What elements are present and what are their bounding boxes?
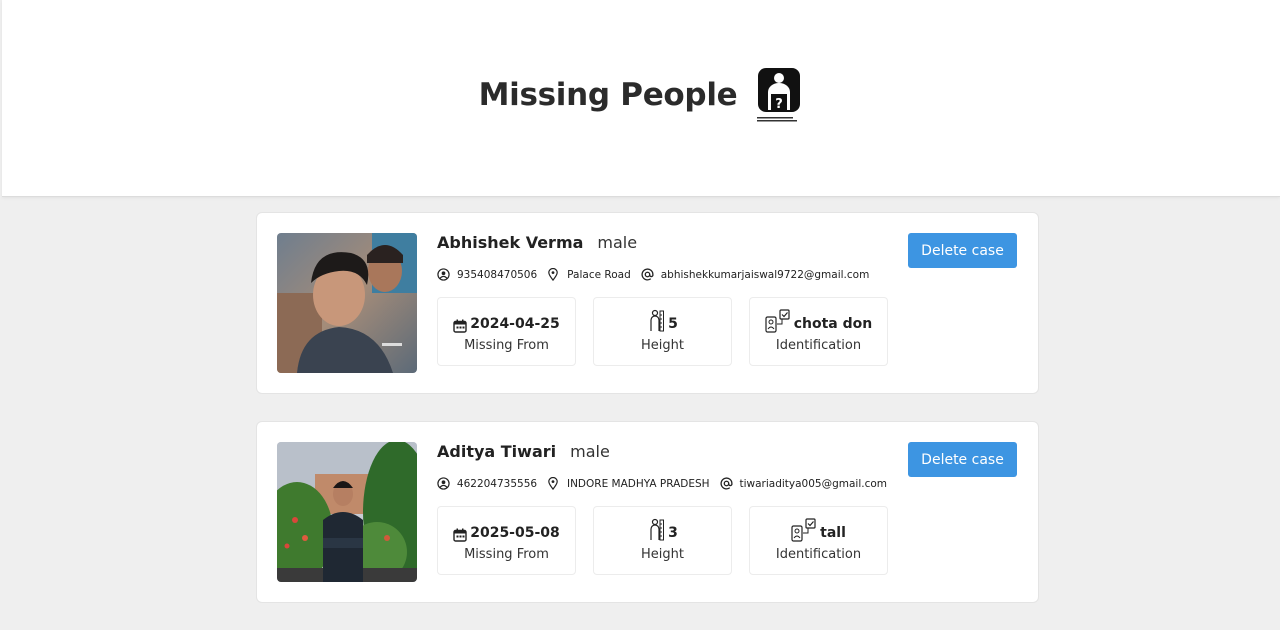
case-info: Aditya Tiwari male 462204735556 INDORE M… — [437, 442, 897, 575]
identification-label: Identification — [775, 547, 862, 562]
identification-icon — [791, 518, 817, 542]
missing-from-stat: 2025-05-08 Missing From — [437, 506, 576, 575]
height-stat: 5 Height — [593, 297, 732, 366]
case-card: Abhishek Verma male 935408470506 Palace … — [256, 212, 1039, 394]
height-value: 3 — [668, 525, 678, 541]
missing-from-value: 2025-05-08 — [470, 525, 560, 541]
missing-from-stat: 2024-04-25 Missing From — [437, 297, 576, 366]
identification-icon — [765, 309, 791, 333]
location-pin-icon — [547, 268, 561, 282]
person-photo — [277, 233, 417, 373]
height-measure-icon — [647, 309, 665, 333]
identification-value: tall — [820, 525, 846, 541]
missing-from-label: Missing From — [464, 547, 549, 562]
phone-number: 462204735556 — [456, 478, 538, 490]
calendar-icon — [453, 319, 467, 333]
missing-from-label: Missing From — [464, 338, 549, 353]
address: INDORE MADHYA PRADESH — [566, 478, 710, 490]
contact-details: 462204735556 INDORE MADHYA PRADESH tiwar… — [437, 476, 897, 492]
email: tiwariaditya005@gmail.com — [739, 478, 888, 490]
user-circle-icon — [437, 268, 451, 282]
user-circle-icon — [437, 477, 451, 491]
person-photo — [277, 442, 417, 582]
identification-stat: chota don Identification — [749, 297, 888, 366]
location-pin-icon — [547, 477, 561, 491]
case-list: Abhishek Verma male 935408470506 Palace … — [256, 212, 1039, 630]
person-name: Abhishek Verma — [437, 233, 584, 252]
at-sign-icon — [641, 268, 655, 282]
identification-stat: tall Identification — [749, 506, 888, 575]
phone-number: 935408470506 — [457, 269, 538, 281]
delete-case-button[interactable]: Delete case — [908, 233, 1017, 268]
page-title: Missing People — [478, 77, 738, 113]
delete-case-button[interactable]: Delete case — [908, 442, 1017, 477]
calendar-icon — [453, 528, 467, 542]
page-header: Missing People ? — [2, 0, 1280, 197]
height-value: 5 — [668, 316, 678, 332]
case-card: Aditya Tiwari male 462204735556 INDORE M… — [256, 421, 1039, 603]
contact-details: 935408470506 Palace Road abhishekkumarja… — [437, 267, 897, 283]
person-gender: male — [570, 442, 610, 461]
height-stat: 3 Height — [593, 506, 732, 575]
email: abhishekkumarjaiswal9722@gmail.com — [660, 269, 870, 281]
height-measure-icon — [647, 518, 665, 542]
svg-text:?: ? — [776, 97, 784, 112]
missing-person-logo-icon: ? — [755, 64, 803, 126]
case-info: Abhishek Verma male 935408470506 Palace … — [437, 233, 897, 366]
identification-label: Identification — [775, 338, 862, 353]
height-label: Height — [641, 547, 684, 562]
identification-value: chota don — [793, 316, 873, 332]
at-sign-icon — [720, 477, 734, 491]
person-gender: male — [597, 233, 638, 252]
person-name: Aditya Tiwari — [437, 442, 557, 461]
missing-from-value: 2024-04-25 — [470, 316, 560, 332]
height-label: Height — [641, 338, 684, 353]
address: Palace Road — [567, 269, 631, 281]
